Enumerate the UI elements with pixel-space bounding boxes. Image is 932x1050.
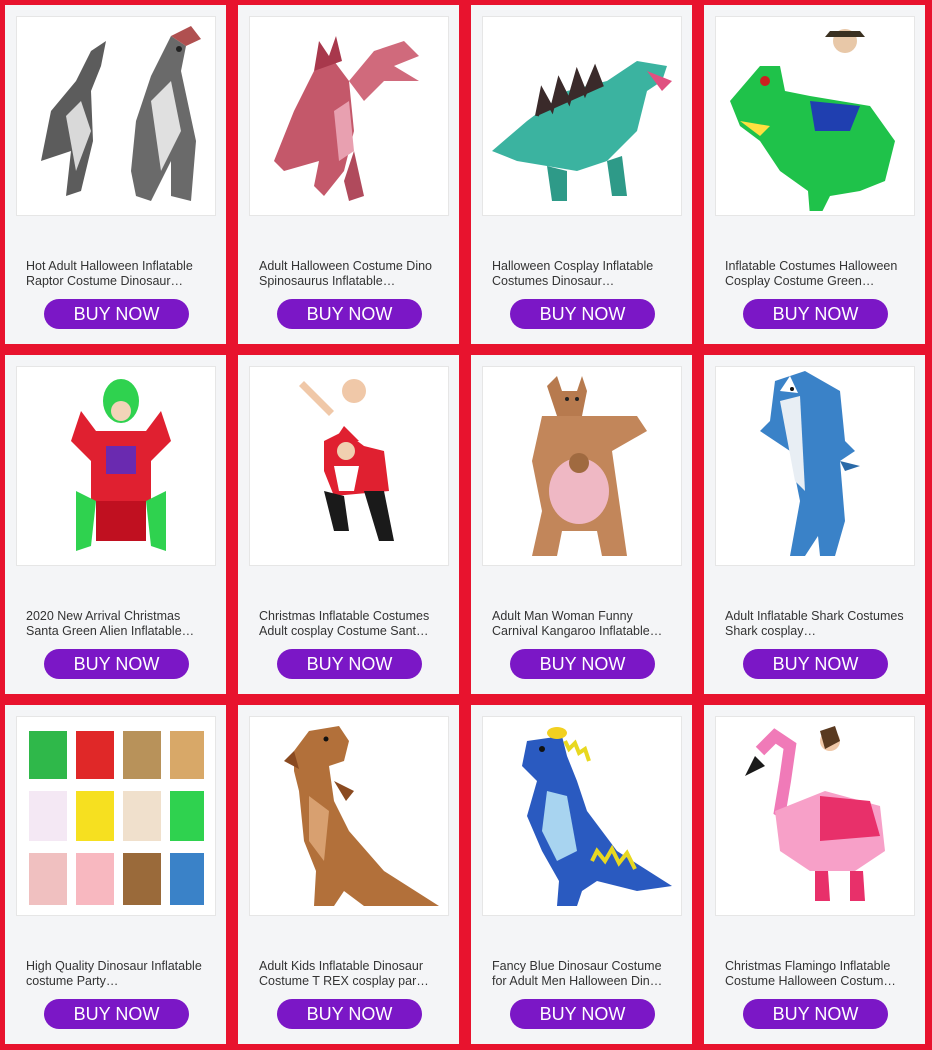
product-card[interactable]: Adult Kids Inflatable Dinosaur Costume T…: [238, 705, 459, 1044]
product-title[interactable]: Inflatable Costumes Halloween Cosplay Co…: [725, 259, 909, 289]
product-title[interactable]: Fancy Blue Dinosaur Costume for Adult Me…: [492, 959, 676, 989]
buy-now-button[interactable]: BUY NOW: [510, 999, 655, 1029]
buy-now-button[interactable]: BUY NOW: [44, 299, 189, 329]
product-image[interactable]: [715, 366, 915, 566]
buy-now-button[interactable]: BUY NOW: [510, 649, 655, 679]
blue-dinosaur-costume-image: [522, 727, 672, 906]
kangaroo-costume-image: [532, 376, 647, 556]
product-card[interactable]: Halloween Cosplay Inflatable Costumes Di…: [471, 5, 692, 344]
product-image[interactable]: [16, 366, 216, 566]
product-image[interactable]: [715, 16, 915, 216]
product-title[interactable]: Halloween Cosplay Inflatable Costumes Di…: [492, 259, 676, 289]
product-title[interactable]: Hot Adult Halloween Inflatable Raptor Co…: [26, 259, 210, 289]
costume-collage-image: [29, 731, 204, 905]
buy-now-button[interactable]: BUY NOW: [743, 999, 888, 1029]
product-card[interactable]: Christmas Flamingo Inflatable Costume Ha…: [704, 705, 925, 1044]
product-card[interactable]: Hot Adult Halloween Inflatable Raptor Co…: [5, 5, 226, 344]
product-image[interactable]: [16, 716, 216, 916]
product-card[interactable]: Christmas Inflatable Costumes Adult cosp…: [238, 355, 459, 694]
buy-now-button[interactable]: BUY NOW: [44, 999, 189, 1029]
gray-raptor-costume-image: [41, 26, 201, 201]
product-card[interactable]: Fancy Blue Dinosaur Costume for Adult Me…: [471, 705, 692, 1044]
buy-now-button[interactable]: BUY NOW: [277, 299, 422, 329]
buy-now-button[interactable]: BUY NOW: [743, 299, 888, 329]
santa-rider-costume-image: [299, 379, 394, 541]
product-title[interactable]: High Quality Dinosaur Inflatable costume…: [26, 959, 210, 989]
product-card[interactable]: Adult Man Woman Funny Carnival Kangaroo …: [471, 355, 692, 694]
product-image[interactable]: [482, 716, 682, 916]
product-grid: Hot Adult Halloween Inflatable Raptor Co…: [5, 5, 925, 1044]
alien-santa-costume-image: [71, 379, 171, 551]
product-image[interactable]: [715, 716, 915, 916]
product-card[interactable]: Adult Inflatable Shark Costumes Shark co…: [704, 355, 925, 694]
product-card[interactable]: High Quality Dinosaur Inflatable costume…: [5, 705, 226, 1044]
product-card[interactable]: Adult Halloween Costume Dino Spinosaurus…: [238, 5, 459, 344]
product-title[interactable]: Christmas Inflatable Costumes Adult cosp…: [259, 609, 443, 639]
product-image[interactable]: [249, 366, 449, 566]
buy-now-button[interactable]: BUY NOW: [277, 649, 422, 679]
trex-costume-image: [284, 726, 439, 906]
buy-now-button[interactable]: BUY NOW: [743, 649, 888, 679]
green-stegosaurus-costume-image: [492, 61, 672, 201]
product-card[interactable]: Inflatable Costumes Halloween Cosplay Co…: [704, 5, 925, 344]
product-title[interactable]: Adult Man Woman Funny Carnival Kangaroo …: [492, 609, 676, 639]
pink-spinosaurus-costume-image: [274, 36, 419, 201]
product-title[interactable]: Adult Inflatable Shark Costumes Shark co…: [725, 609, 909, 639]
product-image[interactable]: [482, 16, 682, 216]
buy-now-button[interactable]: BUY NOW: [277, 999, 422, 1029]
green-dino-rider-costume-image: [730, 29, 895, 211]
buy-now-button[interactable]: BUY NOW: [510, 299, 655, 329]
product-image[interactable]: [249, 16, 449, 216]
product-title[interactable]: Adult Kids Inflatable Dinosaur Costume T…: [259, 959, 443, 989]
product-title[interactable]: Christmas Flamingo Inflatable Costume Ha…: [725, 959, 909, 989]
flamingo-rider-costume-image: [745, 726, 885, 901]
buy-now-button[interactable]: BUY NOW: [44, 649, 189, 679]
product-image[interactable]: [16, 16, 216, 216]
product-image[interactable]: [249, 716, 449, 916]
product-card[interactable]: 2020 New Arrival Christmas Santa Green A…: [5, 355, 226, 694]
product-title[interactable]: 2020 New Arrival Christmas Santa Green A…: [26, 609, 210, 639]
blue-shark-costume-image: [760, 371, 860, 556]
product-image[interactable]: [482, 366, 682, 566]
product-title[interactable]: Adult Halloween Costume Dino Spinosaurus…: [259, 259, 443, 289]
